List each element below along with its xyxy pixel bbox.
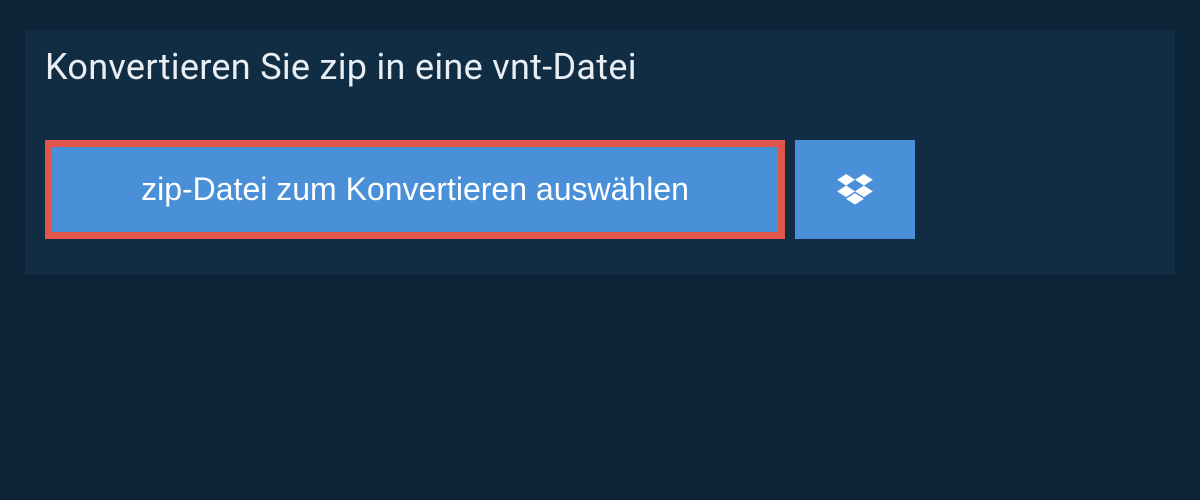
heading-wrap: Konvertieren Sie zip in eine vnt-Datei bbox=[25, 30, 657, 104]
dropbox-button[interactable] bbox=[795, 140, 915, 239]
select-file-button[interactable]: zip-Datei zum Konvertieren auswählen bbox=[45, 140, 785, 239]
button-row: zip-Datei zum Konvertieren auswählen bbox=[25, 104, 925, 275]
page-title: Konvertieren Sie zip in eine vnt-Datei bbox=[45, 46, 637, 88]
dropbox-icon bbox=[837, 174, 873, 206]
conversion-panel: Konvertieren Sie zip in eine vnt-Datei z… bbox=[25, 30, 1175, 275]
